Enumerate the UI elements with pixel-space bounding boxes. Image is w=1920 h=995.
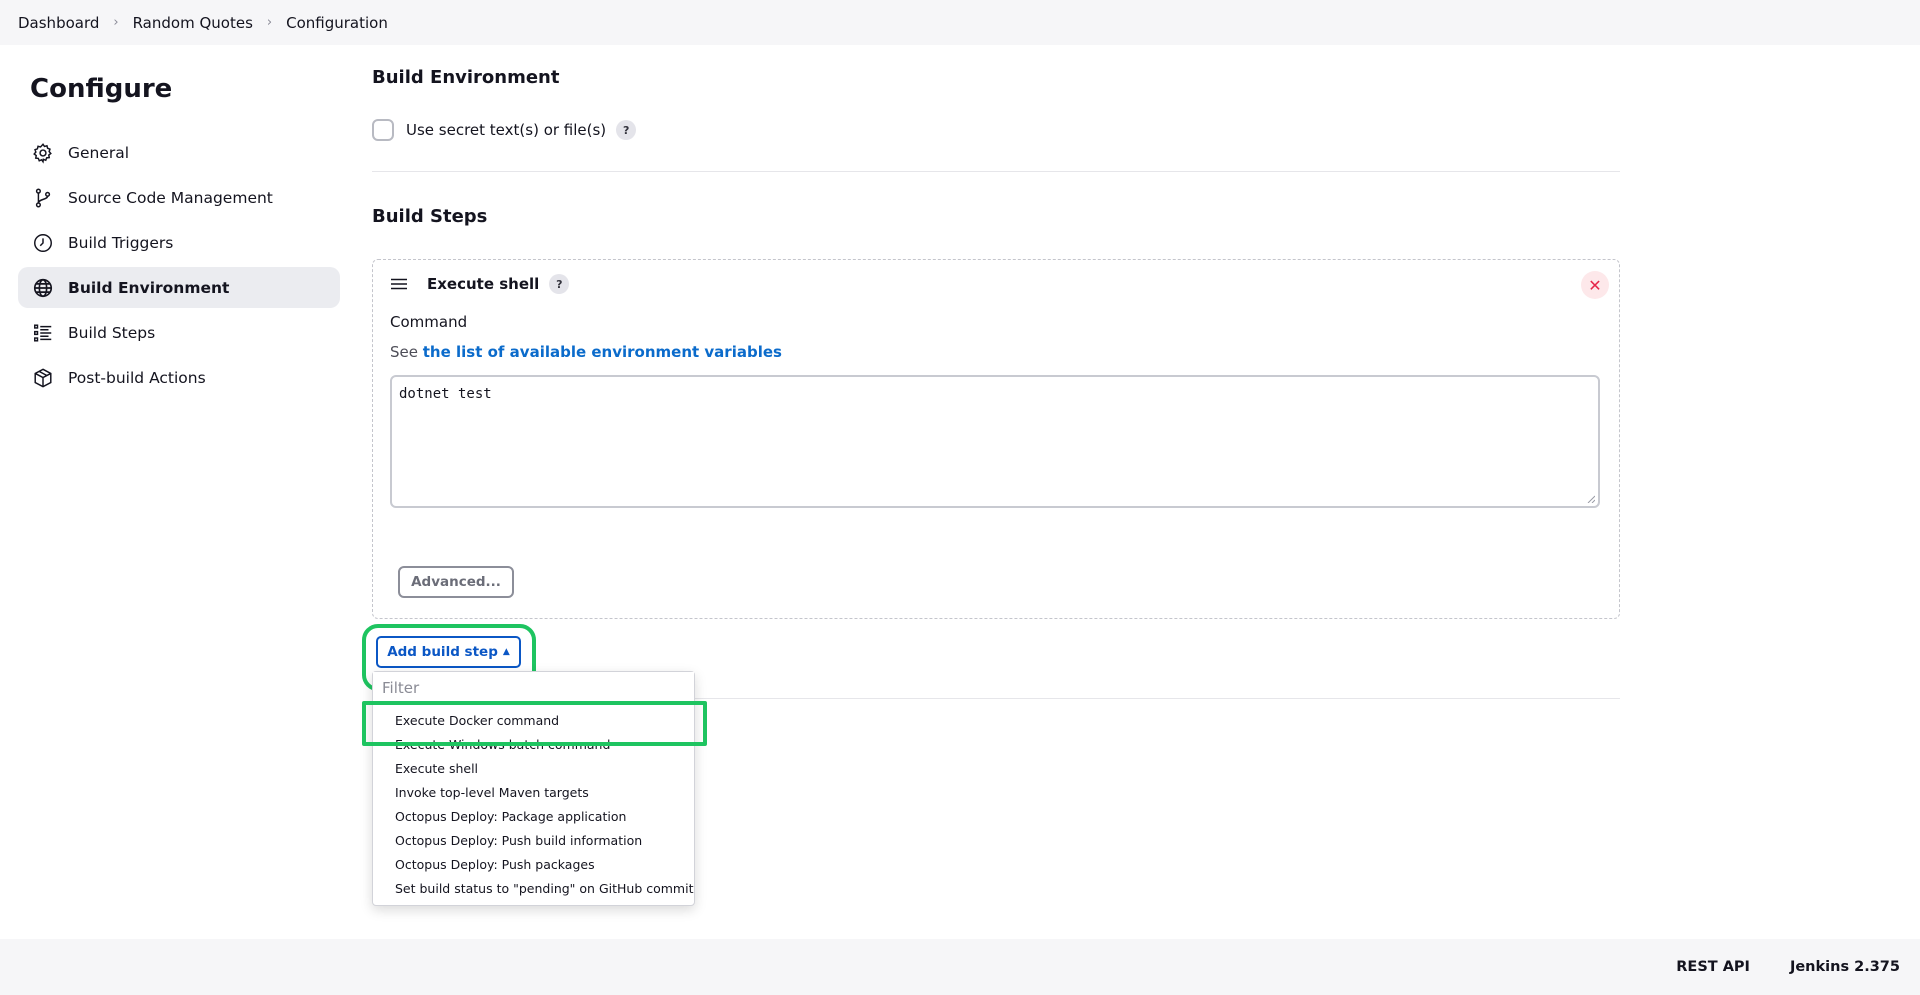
sidebar-item-label: Build Steps — [68, 323, 156, 342]
highlight-outline — [362, 701, 707, 746]
sidebar-item-source-code-management[interactable]: Source Code Management — [18, 177, 340, 218]
menu-item-octopus-package-application[interactable]: Octopus Deploy: Package application — [373, 805, 694, 829]
gear-icon — [32, 142, 54, 164]
chevron-right-icon: › — [113, 15, 119, 30]
help-icon[interactable]: ? — [549, 274, 570, 294]
menu-item-octopus-push-packages[interactable]: Octopus Deploy: Push packages — [373, 853, 694, 877]
sidebar-item-build-steps[interactable]: Build Steps — [18, 312, 340, 353]
sidebar-item-label: Source Code Management — [68, 188, 273, 207]
sidebar-item-label: Build Triggers — [68, 233, 174, 252]
list-icon — [32, 322, 54, 344]
build-environment-heading: Build Environment — [372, 67, 560, 88]
clock-icon — [32, 232, 54, 254]
close-icon[interactable]: ✕ — [1581, 271, 1609, 299]
secret-checkbox[interactable] — [372, 119, 394, 141]
footer: REST API Jenkins 2.375 — [0, 939, 1920, 995]
sidebar-item-post-build-actions[interactable]: Post-build Actions — [18, 357, 340, 398]
branch-icon — [32, 187, 54, 209]
execute-shell-step: Execute shell ? ✕ Command See the list o… — [372, 259, 1620, 619]
secret-checkbox-label[interactable]: Use secret text(s) or file(s) — [406, 121, 606, 139]
sidebar-item-label: Build Environment — [68, 278, 230, 297]
menu-item-octopus-push-build-information[interactable]: Octopus Deploy: Push build information — [373, 829, 694, 853]
page-title: Configure — [30, 74, 173, 104]
add-build-step-button[interactable]: Add build step ▲ — [376, 636, 521, 668]
drag-handle-icon[interactable] — [391, 278, 407, 290]
breadcrumb-dashboard[interactable]: Dashboard — [18, 14, 99, 32]
menu-item-execute-shell[interactable]: Execute shell — [373, 757, 694, 781]
rest-api-link[interactable]: REST API — [1676, 959, 1750, 975]
secret-checkbox-row: Use secret text(s) or file(s) ? — [372, 119, 637, 141]
add-build-step-label: Add build step — [387, 644, 498, 660]
sidebar-item-label: General — [68, 143, 130, 162]
advanced-button[interactable]: Advanced... — [398, 566, 514, 598]
package-icon — [32, 367, 54, 389]
jenkins-version-link[interactable]: Jenkins 2.375 — [1790, 959, 1900, 975]
sidebar-item-label: Post-build Actions — [68, 368, 206, 387]
breadcrumb-configuration[interactable]: Configuration — [286, 14, 388, 32]
breadcrumb-random-quotes[interactable]: Random Quotes — [133, 14, 253, 32]
see-prefix: See — [390, 343, 418, 361]
resize-grip-icon[interactable] — [1587, 495, 1595, 503]
command-value: dotnet test — [399, 386, 492, 402]
globe-icon — [32, 277, 54, 299]
command-label: Command — [390, 313, 468, 331]
divider — [372, 171, 1620, 172]
caret-up-icon: ▲ — [502, 647, 510, 657]
help-icon[interactable]: ? — [616, 120, 637, 140]
sidebar-item-build-environment[interactable]: Build Environment — [18, 267, 340, 308]
chevron-right-icon: › — [266, 15, 273, 30]
env-vars-line: See the list of available environment va… — [390, 343, 782, 361]
command-textarea[interactable]: dotnet test — [390, 375, 1600, 508]
step-header: Execute shell ? — [391, 274, 570, 294]
menu-item-invoke-maven-targets[interactable]: Invoke top-level Maven targets — [373, 781, 694, 805]
step-name: Execute shell — [427, 275, 540, 293]
build-steps-heading: Build Steps — [372, 206, 488, 227]
breadcrumb: Dashboard › Random Quotes › Configuratio… — [0, 0, 1920, 45]
sidebar: Configure General Source Code Management… — [18, 45, 340, 402]
sidebar-item-general[interactable]: General — [18, 132, 340, 173]
menu-item-set-build-status-pending[interactable]: Set build status to "pending" on GitHub … — [373, 877, 694, 901]
env-vars-link[interactable]: the list of available environment variab… — [423, 343, 782, 361]
sidebar-item-build-triggers[interactable]: Build Triggers — [18, 222, 340, 263]
sidebar-list: General Source Code Management Build Tri… — [18, 132, 340, 398]
